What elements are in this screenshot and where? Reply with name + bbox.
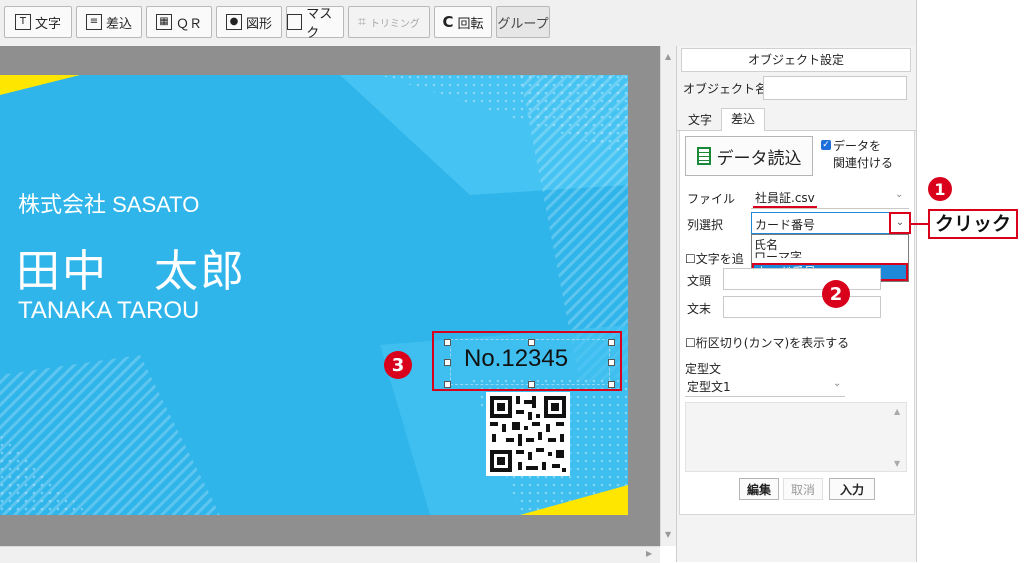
scroll-right-arrow-icon[interactable]: ▶ xyxy=(646,549,652,558)
text-tool-button[interactable]: T 文字 xyxy=(4,6,72,38)
person-name-text[interactable]: 田中 太郎 xyxy=(16,235,246,299)
data-read-label: データ読込 xyxy=(716,148,802,169)
outer-margin xyxy=(916,0,1024,562)
object-settings-panel: オブジェクト設定 オブジェクト名 文字 差込 データ読込 ✓ データを 関連付け… xyxy=(676,46,917,562)
text-icon: T xyxy=(14,14,31,30)
group-tool-label: グループ xyxy=(497,16,549,32)
document-icon: ≡ xyxy=(85,14,102,30)
add-text-checkbox-label[interactable]: ☐文字を追 xyxy=(685,250,744,267)
object-name-input[interactable] xyxy=(763,76,907,100)
data-read-button[interactable]: データ読込 xyxy=(685,136,813,176)
crop-icon: ⌗ xyxy=(358,14,366,30)
scroll-up-arrow-icon[interactable]: ▲ xyxy=(665,52,671,61)
object-name-label: オブジェクト名 xyxy=(683,82,768,96)
resize-handle[interactable] xyxy=(444,381,451,388)
chevron-down-icon: ⌄ xyxy=(833,378,842,389)
column-dropdown-toggle[interactable]: ⌄ xyxy=(889,212,911,234)
file-underline-highlight xyxy=(753,206,817,208)
qr-tool-label: ＱＲ xyxy=(175,16,202,32)
group-tool-button[interactable]: グループ xyxy=(496,6,550,38)
resize-handle[interactable] xyxy=(444,339,451,346)
file-label: ファイル xyxy=(687,192,736,206)
mask-tool-label: マスク xyxy=(306,7,333,41)
company-name-text[interactable]: 株式会社 SASATO xyxy=(18,187,199,219)
suffix-label: 文末 xyxy=(687,302,712,316)
person-roman-name-text[interactable]: TANAKA TAROU xyxy=(18,297,199,325)
scroll-up-arrow-icon[interactable]: ▲ xyxy=(894,407,900,416)
dropdown-option-romaji[interactable]: ローマ字 xyxy=(754,248,802,258)
tab-merge[interactable]: 差込 xyxy=(721,108,765,131)
id-card-preview: 株式会社 SASATO 田中 太郎 TANAKA TAROU No.12345 xyxy=(0,75,628,515)
template-text-area[interactable]: ▲ ▼ xyxy=(685,402,907,472)
file-select-value: 社員証.csv xyxy=(755,191,815,205)
template-select[interactable]: 定型文1 ⌄ xyxy=(685,376,845,397)
prefix-input[interactable] xyxy=(723,268,881,290)
trimming-tool-button[interactable]: ⌗ トリミング xyxy=(348,6,430,38)
annotation-step-3: 3 xyxy=(384,351,412,379)
shape-tool-label: 図形 xyxy=(245,16,272,32)
card-number-field[interactable]: No.12345 xyxy=(432,331,622,391)
link-data-label: データを xyxy=(833,139,882,153)
click-callout: クリック xyxy=(928,209,1018,239)
resize-handle[interactable] xyxy=(444,359,451,366)
column-select-value: カード番号 xyxy=(755,218,816,232)
merge-tool-label: 差込 xyxy=(105,16,132,32)
shape-icon: ● xyxy=(225,14,242,30)
resize-handle[interactable] xyxy=(528,381,535,388)
annotation-step-2: 2 xyxy=(822,280,850,308)
horizontal-scrollbar[interactable]: ▶ xyxy=(0,546,660,563)
annotation-step-1: 1 xyxy=(928,177,952,201)
qr-icon: ▦ xyxy=(155,14,172,30)
thousands-separator-checkbox[interactable]: ☐桁区切り(カンマ)を表示する xyxy=(685,334,849,351)
toolbar: T 文字 ≡ 差込 ▦ ＱＲ ● 図形 マスク ⌗ トリミング C 回転 グルー… xyxy=(0,0,916,47)
panel-header: オブジェクト設定 xyxy=(681,48,911,72)
chevron-down-icon: ⌄ xyxy=(895,189,904,200)
rotate-tool-label: 回転 xyxy=(457,16,484,32)
rotate-tool-button[interactable]: C 回転 xyxy=(434,6,492,38)
mask-icon xyxy=(287,14,303,30)
mask-tool-button[interactable]: マスク xyxy=(286,6,344,41)
thousands-separator-label: 桁区切り(カンマ)を表示する xyxy=(695,336,850,350)
trimming-tool-label: トリミング xyxy=(369,18,420,30)
column-select[interactable]: カード番号 xyxy=(751,212,909,234)
text-tool-label: 文字 xyxy=(34,16,61,32)
shape-tool-button[interactable]: ● 図形 xyxy=(216,6,282,38)
rotate-icon: C xyxy=(442,13,454,31)
qr-code[interactable] xyxy=(486,392,570,476)
spreadsheet-icon xyxy=(696,147,711,165)
cancel-button[interactable]: 取消 xyxy=(783,478,823,500)
resize-handle[interactable] xyxy=(608,339,615,346)
template-label: 定型文 xyxy=(685,362,722,376)
prefix-label: 文頭 xyxy=(687,274,712,288)
column-select-label: 列選択 xyxy=(687,218,724,232)
link-data-checkbox[interactable]: ✓ xyxy=(821,140,831,150)
input-button[interactable]: 入力 xyxy=(829,478,875,500)
edit-button[interactable]: 編集 xyxy=(739,478,779,500)
link-data-label-2: 関連付ける xyxy=(833,156,894,170)
scroll-down-arrow-icon[interactable]: ▼ xyxy=(894,459,900,468)
resize-handle[interactable] xyxy=(608,359,615,366)
chevron-down-icon: ⌄ xyxy=(895,217,905,228)
card-number-text: No.12345 xyxy=(464,345,569,372)
scroll-down-arrow-icon[interactable]: ▼ xyxy=(665,530,671,539)
resize-handle[interactable] xyxy=(608,381,615,388)
vertical-scrollbar[interactable]: ▲ ▼ xyxy=(660,46,677,546)
merge-tool-button[interactable]: ≡ 差込 xyxy=(76,6,142,38)
suffix-input[interactable] xyxy=(723,296,881,318)
tab-text[interactable]: 文字 xyxy=(681,110,719,130)
qr-tool-button[interactable]: ▦ ＱＲ xyxy=(146,6,212,38)
callout-connector xyxy=(910,223,928,225)
template-select-value: 定型文1 xyxy=(687,380,731,394)
add-text-label: 文字を追 xyxy=(695,252,744,266)
